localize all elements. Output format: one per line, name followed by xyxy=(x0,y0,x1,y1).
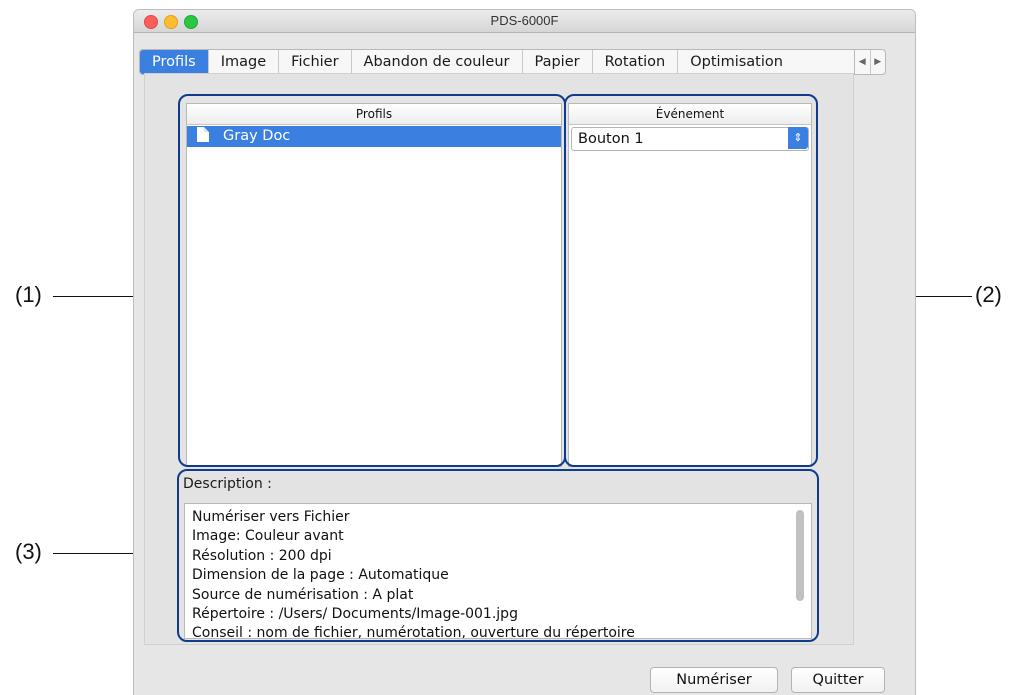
callout-1: (1) xyxy=(15,282,42,307)
quit-button[interactable]: Quitter xyxy=(791,667,885,693)
callout-3: (3) xyxy=(15,539,42,564)
event-panel: Événement Bouton 1 ⇕ xyxy=(568,103,812,467)
description-line: Conseil : nom de fichier, numérotation, … xyxy=(192,625,635,639)
tab-papier[interactable]: Papier xyxy=(523,50,593,74)
tab-profils[interactable]: Profils xyxy=(140,50,209,74)
tab-optimisation[interactable]: Optimisation xyxy=(678,50,795,74)
event-select-value: Bouton 1 xyxy=(578,131,644,147)
profile-item-gray-doc[interactable]: Gray Doc xyxy=(187,126,561,147)
tab-abandon-de-couleur[interactable]: Abandon de couleur xyxy=(352,50,523,74)
window-title: PDS-6000F xyxy=(490,13,559,28)
tab-fichier[interactable]: Fichier xyxy=(279,50,352,74)
profile-item-label: Gray Doc xyxy=(223,128,291,144)
scan-button[interactable]: Numériser xyxy=(650,667,778,693)
event-select[interactable]: Bouton 1 ⇕ xyxy=(571,127,809,151)
description-line: Dimension de la page : Automatique xyxy=(192,567,449,584)
profiles-panel: Profils Gray Doc xyxy=(186,103,562,467)
document-icon xyxy=(197,127,209,142)
scroll-left-icon[interactable]: ◀ xyxy=(855,50,870,74)
description-scrollbar[interactable] xyxy=(796,510,804,601)
description-line: Source de numérisation : A plat xyxy=(192,586,414,603)
title-bar: PDS-6000F xyxy=(134,10,915,33)
description-line: Résolution : 200 dpi xyxy=(192,547,332,564)
profiles-header: Profils xyxy=(187,104,561,125)
description-box[interactable]: Numériser vers Fichier Image: Couleur av… xyxy=(184,503,812,639)
event-header: Événement xyxy=(569,104,811,125)
scanner-window: PDS-6000F Profils Image Fichier Abandon … xyxy=(133,9,916,695)
scroll-right-icon[interactable]: ▶ xyxy=(869,50,886,74)
description-line: Répertoire : /Users/ Documents/Image-001… xyxy=(192,606,518,623)
tab-bar: Profils Image Fichier Abandon de couleur… xyxy=(139,49,881,75)
tab-rotation[interactable]: Rotation xyxy=(593,50,679,74)
description-text: Numériser vers Fichier Image: Couleur av… xyxy=(185,504,811,639)
tab-scroll-controls: ◀ ▶ xyxy=(854,49,886,75)
callout-2: (2) xyxy=(975,282,1002,307)
description-line: Image: Couleur avant xyxy=(192,528,344,545)
description-line: Numériser vers Fichier xyxy=(192,509,350,525)
description-label: Description : xyxy=(183,476,272,492)
tab-image[interactable]: Image xyxy=(209,50,280,74)
updown-chevron-icon: ⇕ xyxy=(788,127,808,149)
